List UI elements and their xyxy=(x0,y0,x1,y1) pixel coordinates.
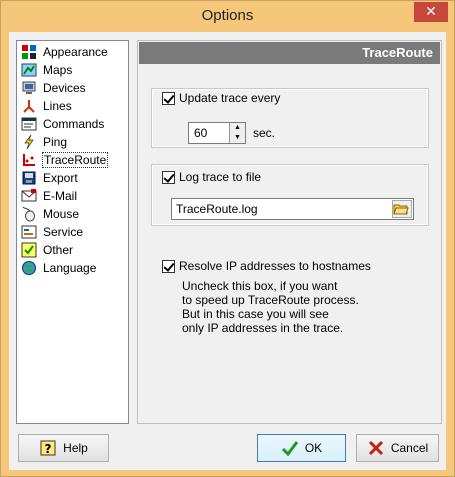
log-trace-checkbox[interactable]: Log trace to file xyxy=(162,170,261,184)
ok-label: OK xyxy=(304,441,323,455)
sidebar-item-label: Appearance xyxy=(43,45,108,59)
sidebar-item-label: Devices xyxy=(43,81,86,95)
sidebar-item-devices[interactable]: Devices xyxy=(21,79,127,97)
export-icon xyxy=(22,171,36,185)
checkbox-box xyxy=(162,91,175,105)
resolve-hint-line: But in this case you will see xyxy=(182,307,329,321)
appearance-icon xyxy=(22,45,36,59)
resolve-hint-line: to speed up TraceRoute process. xyxy=(182,293,359,307)
sidebar-item-service[interactable]: Service xyxy=(21,223,127,241)
folder-icon xyxy=(393,204,409,215)
help-icon: ? xyxy=(40,440,56,456)
help-button[interactable]: ? Help xyxy=(18,434,109,462)
category-list: Appearance Maps Devices Lines Commands P… xyxy=(16,40,129,424)
sidebar-item-label: Commands xyxy=(43,117,105,131)
ping-icon xyxy=(24,134,34,150)
log-file-value: TraceRoute.log xyxy=(176,202,258,216)
interval-stepper[interactable]: 60 ▲ ▼ xyxy=(188,122,246,144)
title-bar[interactable]: Options ✕ xyxy=(1,1,454,32)
checkbox-box xyxy=(162,259,175,273)
cancel-button[interactable]: Cancel xyxy=(356,434,439,462)
stepper-down-icon[interactable]: ▼ xyxy=(230,133,245,143)
sidebar-item-label: Service xyxy=(43,225,84,239)
sidebar-item-maps[interactable]: Maps xyxy=(21,61,127,79)
sidebar-item-traceroute[interactable]: TraceRoute xyxy=(21,151,127,169)
sidebar-item-other[interactable]: Other xyxy=(21,241,127,259)
other-icon xyxy=(21,242,37,258)
sidebar-item-mouse[interactable]: Mouse xyxy=(21,205,127,223)
resolve-hint-line: Uncheck this box, if you want xyxy=(182,279,338,293)
sidebar-item-label: Maps xyxy=(43,63,73,77)
sidebar-item-email[interactable]: E-Mail xyxy=(21,187,127,205)
resolve-hint-line: only IP addresses in the trace. xyxy=(182,321,344,335)
sidebar-item-lines[interactable]: Lines xyxy=(21,97,127,115)
resolve-ip-label: Resolve IP addresses to hostnames xyxy=(179,259,371,273)
service-icon xyxy=(21,225,37,239)
options-window: Options ✕ Appearance Maps Devices Lines xyxy=(0,0,455,477)
traceroute-panel: TraceRoute Update trace every 60 ▲ ▼ sec… xyxy=(137,40,442,424)
sidebar-item-label: Export xyxy=(43,171,78,185)
window-title: Options xyxy=(201,7,254,24)
sidebar-item-label: Lines xyxy=(43,99,72,113)
sidebar-item-label: Language xyxy=(43,261,97,275)
close-button[interactable]: ✕ xyxy=(414,2,448,22)
update-trace-label: Update trace every xyxy=(179,91,281,105)
lines-icon xyxy=(23,100,35,113)
cancel-label: Cancel xyxy=(390,441,429,455)
interval-unit: sec. xyxy=(253,126,276,140)
stepper-up-icon[interactable]: ▲ xyxy=(230,123,245,133)
checkbox-box xyxy=(162,170,175,184)
checkmark-icon xyxy=(281,441,299,457)
sidebar-item-label: E-Mail xyxy=(43,189,78,203)
sidebar-item-language[interactable]: Language xyxy=(21,259,127,277)
dialog-client: Appearance Maps Devices Lines Commands P… xyxy=(9,32,446,470)
sidebar-item-label: TraceRoute xyxy=(41,152,109,168)
svg-text:?: ? xyxy=(45,442,52,456)
panel-title: TraceRoute xyxy=(139,42,440,64)
commands-icon xyxy=(21,117,37,131)
help-label: Help xyxy=(63,441,88,455)
resolve-ip-checkbox[interactable]: Resolve IP addresses to hostnames xyxy=(162,259,371,273)
sidebar-item-ping[interactable]: Ping xyxy=(21,133,127,151)
sidebar-item-commands[interactable]: Commands xyxy=(21,115,127,133)
ok-button[interactable]: OK xyxy=(257,434,346,462)
sidebar-item-label: Mouse xyxy=(43,207,80,221)
maps-icon xyxy=(21,63,37,77)
devices-icon xyxy=(22,81,36,94)
mouse-icon xyxy=(22,206,35,222)
log-file-input[interactable]: TraceRoute.log xyxy=(171,198,414,220)
email-icon xyxy=(21,189,37,202)
traceroute-icon xyxy=(23,154,35,166)
language-icon xyxy=(22,261,36,275)
browse-button[interactable] xyxy=(392,200,412,218)
sidebar-item-export[interactable]: Export xyxy=(21,169,127,187)
interval-value: 60 xyxy=(194,126,208,140)
sidebar-item-label: Other xyxy=(43,243,74,257)
sidebar-item-appearance[interactable]: Appearance xyxy=(21,43,127,61)
log-trace-label: Log trace to file xyxy=(179,170,262,184)
sidebar-item-label: Ping xyxy=(43,135,68,149)
cancel-x-icon xyxy=(368,440,383,456)
stepper-arrows[interactable]: ▲ ▼ xyxy=(229,123,245,143)
update-trace-checkbox[interactable]: Update trace every xyxy=(162,91,280,105)
